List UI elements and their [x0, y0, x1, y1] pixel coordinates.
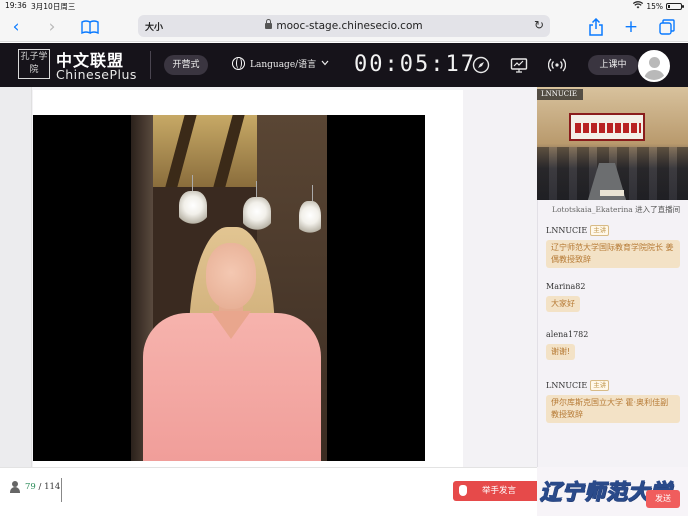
class-status-badge: 上课中	[588, 55, 638, 75]
compass-icon[interactable]	[472, 56, 490, 74]
chat-message: alena1782 谢谢!	[540, 330, 686, 360]
online-count: 79 / 114	[9, 481, 60, 493]
ios-status-bar: 19:36 3月10日周三 15%	[0, 0, 688, 12]
browser-toolbar: ‹ › 大小 mooc-stage.chinesecio.com ↻ +	[0, 12, 688, 42]
send-button[interactable]: 发送	[646, 490, 680, 508]
clock: 19:36	[5, 1, 27, 10]
language-label: Language/语言	[250, 60, 317, 70]
system-message-text: 进入了直播间	[635, 205, 681, 214]
teacher-camera[interactable]: LNNUCIE	[537, 87, 688, 200]
battery-percent: 15%	[646, 1, 663, 11]
role-badge: 主讲	[590, 380, 610, 391]
app-header: 孔子学院 中文联盟 ChinesePlus 开营式 Language/语言 00…	[0, 43, 688, 87]
signal-icon[interactable]	[547, 56, 567, 74]
chat-bubble: 大家好	[546, 296, 580, 312]
chat-bubble: 谢谢!	[546, 344, 576, 360]
video-frame	[131, 115, 327, 461]
chat-bubble: 伊尔库斯克国立大学 霍·奥利佳副教授致辞	[546, 395, 680, 423]
logo-title-en: ChinesePlus	[56, 67, 137, 82]
class-timer: 00:05:17	[354, 52, 476, 77]
avatar[interactable]	[638, 50, 670, 82]
role-badge: 主讲	[590, 225, 610, 236]
camera-name-badge: LNNUCIE	[537, 89, 584, 100]
system-message-user: Lototskaia_Ekaterina	[552, 205, 633, 214]
share-icon[interactable]	[586, 17, 606, 37]
system-message: Lototskaia_Ekaterina 进入了直播间	[540, 204, 686, 215]
reload-icon[interactable]: ↻	[534, 18, 544, 32]
chat-user: Marina82	[546, 282, 586, 291]
wifi-icon	[633, 1, 644, 11]
battery-icon	[666, 2, 684, 10]
slide-thumbnail-panel[interactable]	[0, 87, 32, 467]
hand-icon	[459, 485, 467, 496]
lock-icon	[265, 19, 273, 29]
bookmarks-icon[interactable]	[80, 17, 100, 37]
back-icon[interactable]: ‹	[6, 17, 26, 37]
logo-seal: 孔子学院	[18, 49, 50, 79]
language-selector[interactable]: Language/语言	[232, 57, 329, 70]
url-text: mooc-stage.chinesecio.com	[276, 20, 423, 32]
chat-message: Marina82 大家好	[540, 282, 686, 312]
status-right: 15%	[633, 1, 684, 11]
chat-user: alena1782	[546, 330, 589, 339]
chat-user: LNNUCIE	[546, 381, 588, 390]
raise-hand-button[interactable]: 举手发言	[453, 481, 537, 501]
user-icon	[9, 481, 21, 493]
chat-bubble: 辽宁师范大学国际教育学院院长 姜偶教授致辞	[546, 240, 680, 268]
chat-user: LNNUCIE	[546, 226, 588, 235]
main-video[interactable]	[33, 115, 425, 461]
chat-message: LNNUCIE 主讲 辽宁师范大学国际教育学院院长 姜偶教授致辞	[540, 225, 686, 268]
date: 3月10日周三	[31, 2, 76, 11]
chat-list: Lototskaia_Ekaterina 进入了直播间 LNNUCIE 主讲 辽宁…	[540, 204, 686, 423]
chat-message: LNNUCIE 主讲 伊尔库斯克国立大学 霍·奥利佳副教授致辞	[540, 380, 686, 423]
class-type-badge[interactable]: 开营式	[164, 55, 208, 75]
header-divider	[150, 51, 151, 79]
chevron-down-icon	[321, 59, 329, 69]
forward-icon[interactable]: ›	[42, 17, 62, 37]
globe-icon	[232, 57, 245, 70]
stage-margin	[463, 87, 537, 467]
new-tab-icon[interactable]: +	[621, 17, 641, 37]
tabs-icon[interactable]	[657, 17, 677, 37]
screen-share-icon[interactable]	[510, 56, 528, 74]
toolbar-divider	[61, 478, 62, 502]
address-bar[interactable]: 大小 mooc-stage.chinesecio.com ↻	[138, 15, 550, 37]
